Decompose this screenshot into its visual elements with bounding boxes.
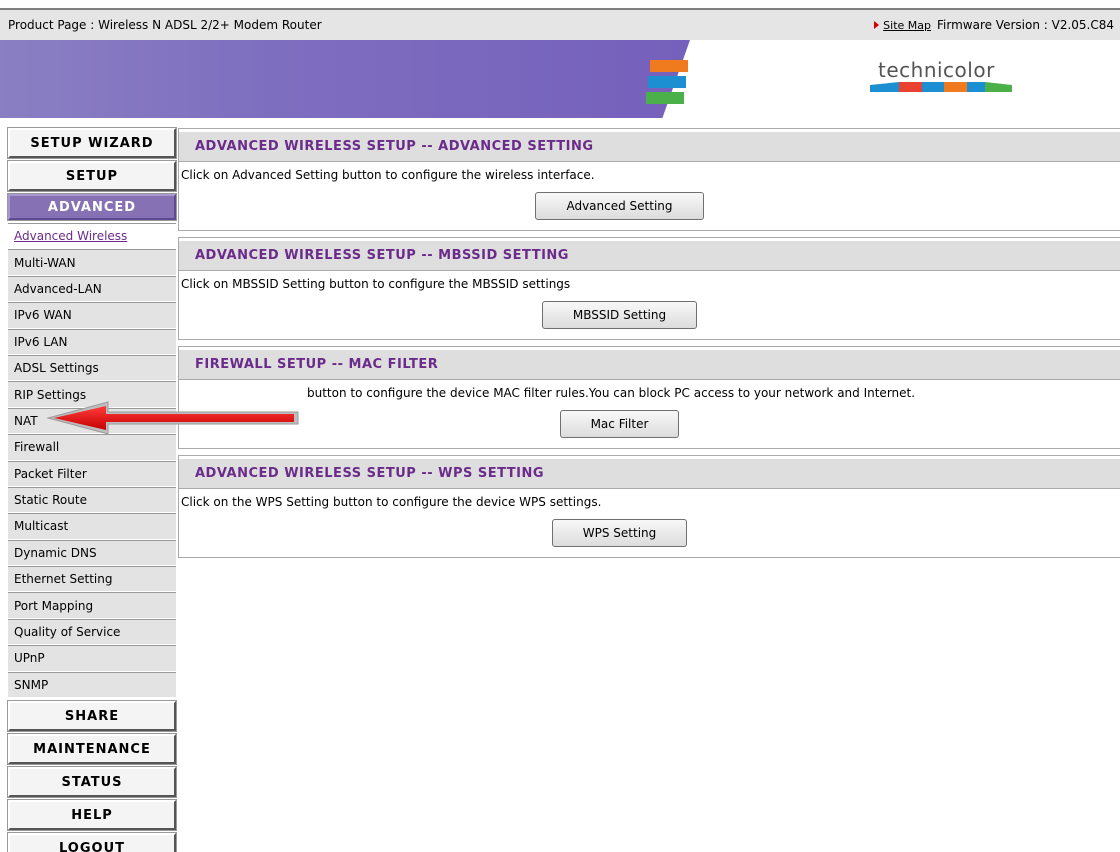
triangle-right-icon <box>874 21 880 29</box>
section-description: Click on the WPS Setting button to confi… <box>181 495 602 509</box>
sidebar-item-ipv6-lan[interactable]: IPv6 LAN <box>8 328 176 355</box>
section-button-row: MBSSID Setting <box>179 301 1120 339</box>
nav-setup[interactable]: SETUP <box>7 160 177 192</box>
advanced-setting-button[interactable]: Advanced Setting <box>535 192 704 220</box>
section-button-row: Advanced Setting <box>179 192 1120 230</box>
sidebar-item-upnp[interactable]: UPnP <box>8 645 176 672</box>
nav-share[interactable]: SHARE <box>7 700 177 733</box>
section-mbssid-setting: ADVANCED WIRELESS SETUP -- MBSSID SETTIN… <box>178 237 1120 340</box>
sidebar-item-quality-of-service[interactable]: Quality of Service <box>8 618 176 646</box>
main-content: ADVANCED WIRELESS SETUP -- ADVANCED SETT… <box>178 128 1120 564</box>
advanced-submenu: Advanced Wireless Multi-WAN Advanced-LAN… <box>8 223 176 699</box>
section-title: ADVANCED WIRELESS SETUP -- ADVANCED SETT… <box>179 132 1120 162</box>
banner-stripe-green <box>646 92 684 104</box>
sidebar-item-firewall[interactable]: Firewall <box>8 434 176 461</box>
nav-setup-wizard[interactable]: SETUP WIZARD <box>7 127 177 159</box>
section-button-row: WPS Setting <box>179 519 1120 557</box>
sidebar-item-snmp[interactable]: SNMP <box>8 671 176 699</box>
sidebar-item-port-mapping[interactable]: Port Mapping <box>8 592 176 619</box>
sidebar-item-multicast[interactable]: Multicast <box>8 513 176 540</box>
section-description: Click on MBSSID Setting button to config… <box>181 277 571 291</box>
product-page-label: Product Page : Wireless N ADSL 2/2+ Mode… <box>8 18 322 32</box>
sidebar-nav: SETUP WIZARD SETUP ADVANCED Advanced Wir… <box>7 127 177 852</box>
nav-maintenance[interactable]: MAINTENANCE <box>7 733 177 766</box>
sidebar-item-static-route[interactable]: Static Route <box>8 486 176 514</box>
top-bar: Product Page : Wireless N ADSL 2/2+ Mode… <box>0 10 1120 40</box>
banner-band <box>0 40 690 118</box>
sidebar-item-ethernet-setting[interactable]: Ethernet Setting <box>8 566 176 593</box>
banner-stripe-blue <box>648 76 686 88</box>
section-mac-filter: FIREWALL SETUP -- MAC FILTER button to c… <box>178 346 1120 449</box>
section-description: button to configure the device MAC filte… <box>307 386 916 400</box>
section-title: FIREWALL SETUP -- MAC FILTER <box>179 350 1120 380</box>
section-button-row: Mac Filter <box>179 410 1120 448</box>
firmware-version: Firmware Version : V2.05.C84 <box>937 18 1114 32</box>
sidebar-item-multi-wan[interactable]: Multi-WAN <box>8 249 176 276</box>
section-advanced-setting: ADVANCED WIRELESS SETUP -- ADVANCED SETT… <box>178 128 1120 231</box>
red-arrow-annotation <box>46 401 299 435</box>
nav-logout[interactable]: LOGOUT <box>7 832 177 852</box>
mbssid-setting-button[interactable]: MBSSID Setting <box>541 301 698 329</box>
section-wps-setting: ADVANCED WIRELESS SETUP -- WPS SETTING C… <box>178 455 1120 558</box>
nav-advanced[interactable]: ADVANCED <box>7 193 177 221</box>
section-title: ADVANCED WIRELESS SETUP -- MBSSID SETTIN… <box>179 241 1120 271</box>
top-bar-right: Site Map Firmware Version : V2.05.C84 <box>874 18 1114 32</box>
sidebar-item-packet-filter[interactable]: Packet Filter <box>8 460 176 487</box>
banner-stripe-orange <box>650 60 688 72</box>
sidebar-item-dynamic-dns[interactable]: Dynamic DNS <box>8 539 176 567</box>
section-description: Click on Advanced Setting button to conf… <box>181 168 595 182</box>
wps-setting-button[interactable]: WPS Setting <box>551 519 688 547</box>
sidebar-item-advanced-wireless[interactable]: Advanced Wireless <box>8 223 176 250</box>
nav-status[interactable]: STATUS <box>7 766 177 799</box>
nav-help[interactable]: HELP <box>7 799 177 832</box>
sidebar-item-ipv6-wan[interactable]: IPv6 WAN <box>8 302 176 329</box>
brand-logo-text: technicolor <box>878 58 995 82</box>
sidebar-item-adsl-settings[interactable]: ADSL Settings <box>8 354 176 382</box>
mac-filter-button[interactable]: Mac Filter <box>559 410 680 438</box>
site-map-link[interactable]: Site Map <box>883 19 931 32</box>
banner: technicolor <box>0 40 1120 118</box>
section-title: ADVANCED WIRELESS SETUP -- WPS SETTING <box>179 459 1120 489</box>
brand-logo-bar <box>870 82 1013 92</box>
sidebar-item-advanced-lan[interactable]: Advanced-LAN <box>8 275 176 303</box>
